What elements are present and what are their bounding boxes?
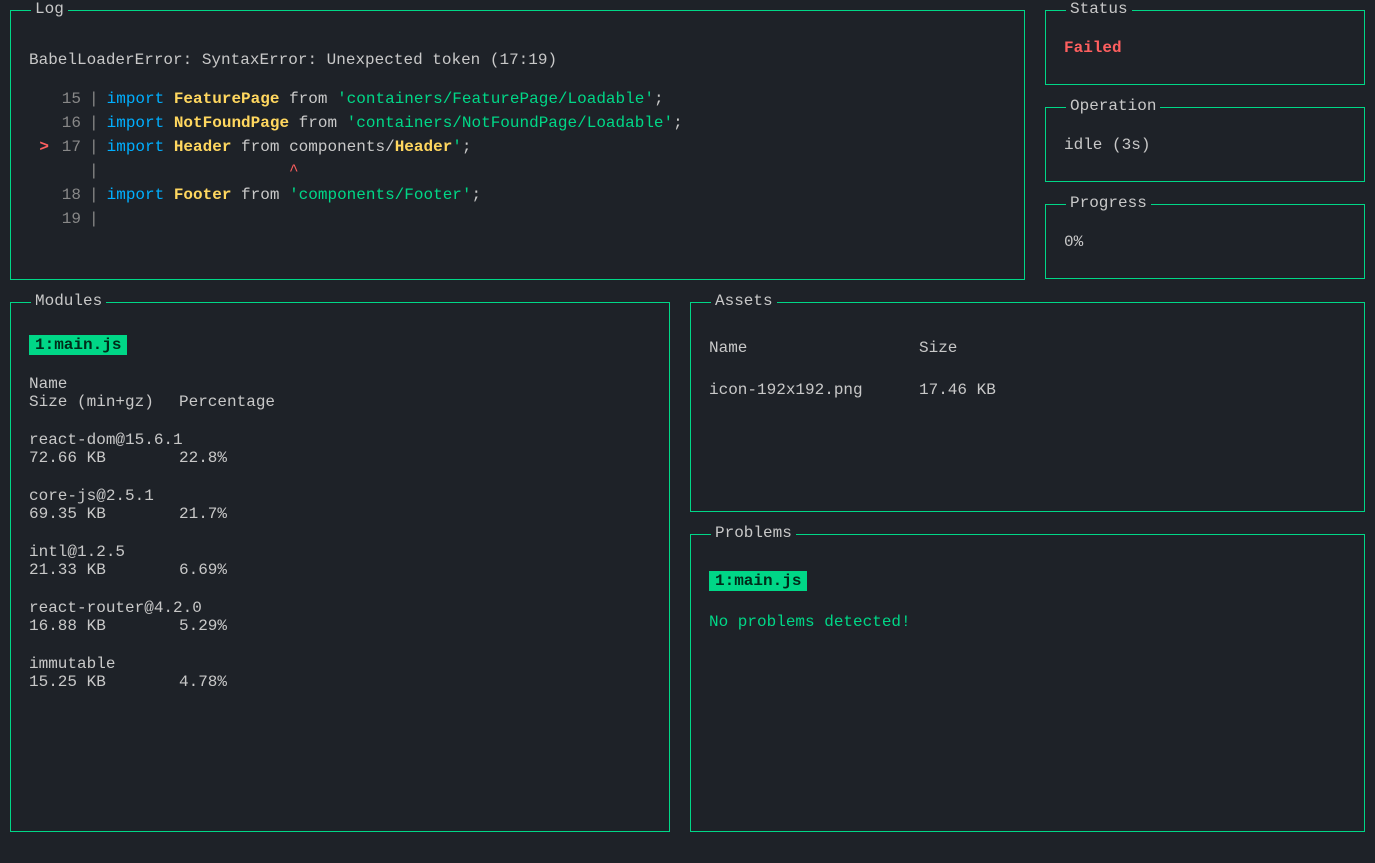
log-error-message: BabelLoaderError: SyntaxError: Unexpecte…	[29, 51, 1006, 69]
progress-panel: Progress 0%	[1045, 204, 1365, 279]
module-size: 69.35 KB	[29, 505, 179, 523]
line-number: 18	[49, 183, 89, 207]
problems-message: No problems detected!	[709, 613, 1346, 631]
gutter-pipe: |	[89, 183, 107, 207]
code-line-caret: | ^	[29, 159, 1006, 183]
gutter-pipe: |	[89, 159, 107, 183]
module-pct: 6.69%	[179, 561, 227, 579]
modules-title: Modules	[31, 292, 106, 310]
code-line-17-error: > 17 | import Header from components/Hea…	[29, 135, 1006, 159]
module-row: react-router@4.2.016.88 KB5.29%	[29, 599, 651, 635]
gutter-pipe: |	[89, 111, 107, 135]
module-row: immutable15.25 KB4.78%	[29, 655, 651, 691]
modules-pct-header: Percentage	[179, 393, 275, 411]
assets-panel: Assets Name Size icon-192x192.png17.46 K…	[690, 302, 1365, 512]
module-size: 21.33 KB	[29, 561, 179, 579]
operation-title: Operation	[1066, 97, 1160, 115]
gutter-pipe: |	[89, 87, 107, 111]
log-title: Log	[31, 0, 68, 18]
status-value: Failed	[1064, 33, 1346, 57]
assets-name-header: Name	[709, 339, 919, 357]
code-line-16: 16 | import NotFoundPage from 'container…	[29, 111, 1006, 135]
code-line-18: 18 | import Footer from 'components/Foot…	[29, 183, 1006, 207]
module-pct: 4.78%	[179, 673, 227, 691]
modules-headers: Name Size (min+gz) Percentage	[29, 375, 651, 411]
module-name: immutable	[29, 655, 651, 673]
asset-size: 17.46 KB	[919, 381, 996, 399]
log-panel: Log BabelLoaderError: SyntaxError: Unexp…	[10, 10, 1025, 280]
module-pct: 5.29%	[179, 617, 227, 635]
progress-value: 0%	[1064, 227, 1346, 251]
module-row: react-dom@15.6.172.66 KB22.8%	[29, 431, 651, 467]
module-name: core-js@2.5.1	[29, 487, 651, 505]
operation-value: idle (3s)	[1064, 130, 1346, 154]
modules-panel: Modules 1:main.js Name Size (min+gz) Per…	[10, 302, 670, 832]
module-name: react-dom@15.6.1	[29, 431, 651, 449]
module-size: 72.66 KB	[29, 449, 179, 467]
module-row: intl@1.2.521.33 KB6.69%	[29, 543, 651, 579]
line-number: 15	[49, 87, 89, 111]
gutter-pipe: |	[89, 135, 107, 159]
error-caret-icon: ^	[107, 159, 299, 183]
module-row: core-js@2.5.169.35 KB21.7%	[29, 487, 651, 523]
operation-panel: Operation idle (3s)	[1045, 107, 1365, 182]
assets-title: Assets	[711, 292, 777, 310]
assets-headers: Name Size	[709, 339, 1346, 357]
module-size: 16.88 KB	[29, 617, 179, 635]
line-number: 17	[49, 135, 89, 159]
module-pct: 22.8%	[179, 449, 227, 467]
gutter-marker-error: >	[29, 135, 49, 159]
status-panel: Status Failed	[1045, 10, 1365, 85]
modules-badge[interactable]: 1:main.js	[29, 335, 127, 355]
problems-title: Problems	[711, 524, 796, 542]
code-line-15: 15 | import FeaturePage from 'containers…	[29, 87, 1006, 111]
status-title: Status	[1066, 0, 1132, 18]
module-name: react-router@4.2.0	[29, 599, 651, 617]
gutter-pipe: |	[89, 207, 107, 231]
asset-name: icon-192x192.png	[709, 381, 919, 399]
progress-title: Progress	[1066, 194, 1151, 212]
module-size: 15.25 KB	[29, 673, 179, 691]
assets-size-header: Size	[919, 339, 957, 357]
module-pct: 21.7%	[179, 505, 227, 523]
line-number: 16	[49, 111, 89, 135]
line-number: 19	[49, 207, 89, 231]
module-name: intl@1.2.5	[29, 543, 651, 561]
modules-name-header: Name	[29, 375, 651, 393]
modules-size-header: Size (min+gz)	[29, 393, 179, 411]
asset-row: icon-192x192.png17.46 KB	[709, 381, 1346, 399]
problems-panel: Problems 1:main.js No problems detected!	[690, 534, 1365, 832]
problems-badge[interactable]: 1:main.js	[709, 571, 807, 591]
code-line-19: 19 |	[29, 207, 1006, 231]
